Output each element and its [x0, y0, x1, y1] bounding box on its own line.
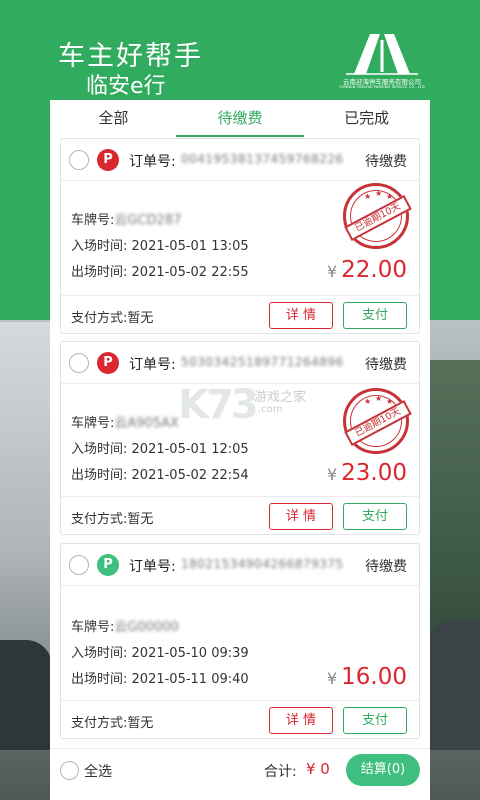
tab-all[interactable]: 全部	[50, 100, 177, 138]
pay-method-label: 支付方式:	[71, 716, 128, 731]
currency-symbol: ¥	[326, 465, 338, 484]
company-name-en: YUNNAN YINGHAI PARKING SERVICE CO., LTD	[339, 84, 425, 89]
total-label: 合计:	[264, 764, 297, 780]
exit-time: 2021-05-02 22:55	[131, 265, 249, 280]
order-status: 待缴费	[365, 357, 407, 373]
entry-label: 入场时间:	[71, 646, 128, 661]
parking-icon: P	[97, 149, 119, 171]
currency-symbol: ¥	[326, 669, 338, 688]
order-header: P 订单号: 00419538137459768226 待缴费	[61, 139, 419, 181]
watermark-com: .com	[258, 404, 283, 415]
order-no-label: 订单号:	[129, 154, 176, 170]
order-select-radio[interactable]	[69, 150, 89, 170]
exit-label: 出场时间:	[71, 265, 128, 280]
pay-button[interactable]: 支付	[343, 707, 407, 734]
amount-value: 23.00	[341, 460, 407, 486]
orders-panel: 全部 待缴费 已完成 P 订单号: 00419538137459768226 待…	[50, 100, 430, 800]
exit-row: 出场时间: 2021-05-11 09:40	[71, 668, 249, 687]
background-car-left	[0, 640, 52, 750]
overdue-stamp-text: 已逾期10天	[344, 399, 412, 447]
plate-label: 车牌号:	[71, 213, 115, 228]
order-footer: 支付方式:暂无 详 情 支付	[61, 295, 419, 335]
pay-method: 支付方式:暂无	[71, 508, 153, 527]
watermark-cn: 游戏之家	[254, 390, 307, 405]
pay-method: 支付方式:暂无	[71, 712, 153, 731]
exit-row: 出场时间: 2021-05-02 22:55	[71, 261, 249, 280]
pay-method-label: 支付方式:	[71, 311, 128, 326]
plate-number: 云GCD287	[114, 213, 182, 228]
order-no: 00419538137459768226	[181, 152, 344, 166]
exit-label: 出场时间:	[71, 672, 128, 687]
details-button[interactable]: 详 情	[269, 302, 333, 329]
exit-label: 出场时间:	[71, 468, 128, 483]
order-header: P 订单号: 50303425189771264896 待缴费	[61, 342, 419, 384]
details-button[interactable]: 详 情	[269, 503, 333, 530]
total-value: ¥ 0	[306, 760, 330, 778]
amount-value: 22.00	[341, 257, 407, 283]
order-no-label: 订单号:	[129, 357, 176, 373]
entry-row: 入场时间: 2021-05-01 13:05	[71, 235, 249, 254]
watermark-brand: K73	[178, 382, 259, 428]
site-watermark: K73 游戏之家 .com	[178, 380, 328, 430]
order-select-radio[interactable]	[69, 555, 89, 575]
order-status: 待缴费	[365, 154, 407, 170]
pay-method: 支付方式:暂无	[71, 307, 153, 326]
overdue-stamp: ★ ★ ★ 已逾期10天	[343, 388, 412, 454]
select-all-radio[interactable]	[60, 761, 79, 780]
order-tabs: 全部 待缴费 已完成	[50, 100, 430, 138]
order-select-radio[interactable]	[69, 353, 89, 373]
order-no-label: 订单号:	[129, 559, 176, 575]
pay-method-label: 支付方式:	[71, 512, 128, 527]
order-card: P 订单号: 00419538137459768226 待缴费 车牌号:云GCD…	[60, 138, 420, 334]
plate-label: 车牌号:	[71, 416, 115, 431]
entry-label: 入场时间:	[71, 442, 128, 457]
order-card: P 订单号: 18021534904266879375 待缴费 车牌号:云G00…	[60, 543, 420, 739]
parking-icon: P	[97, 554, 119, 576]
exit-row: 出场时间: 2021-05-02 22:54	[71, 464, 249, 483]
amount-value: 16.00	[341, 664, 407, 690]
exit-time: 2021-05-11 09:40	[131, 672, 249, 687]
amount: ¥22.00	[327, 257, 407, 283]
parking-icon: P	[97, 352, 119, 374]
plate-row: 车牌号:云GCD287	[71, 209, 181, 228]
plate-row: 车牌号:云A905AX	[71, 412, 179, 431]
plate-number: 云A905AX	[114, 416, 179, 431]
amount: ¥16.00	[327, 664, 407, 690]
order-no: 18021534904266879375	[181, 557, 344, 571]
checkout-button[interactable]: 结算(0)	[346, 754, 420, 786]
entry-time: 2021-05-10 09:39	[131, 646, 249, 661]
overdue-stamp: ★ ★ ★ 已逾期10天	[343, 183, 412, 249]
order-status: 待缴费	[365, 559, 407, 575]
entry-row: 入场时间: 2021-05-01 12:05	[71, 438, 249, 457]
order-card: P 订单号: 50303425189771264896 待缴费 车牌号:云A90…	[60, 341, 420, 535]
active-tab-indicator	[176, 135, 304, 137]
plate-number: 云G00000	[114, 620, 179, 635]
tab-pending[interactable]: 待缴费	[177, 100, 304, 138]
entry-label: 入场时间:	[71, 239, 128, 254]
pay-method-value: 暂无	[127, 716, 154, 731]
exit-time: 2021-05-02 22:54	[131, 468, 249, 483]
order-no: 50303425189771264896	[181, 355, 344, 369]
details-button[interactable]: 详 情	[269, 707, 333, 734]
pay-method-value: 暂无	[127, 512, 154, 527]
plate-label: 车牌号:	[71, 620, 115, 635]
overdue-stamp-text: 已逾期10天	[344, 194, 412, 242]
pay-button[interactable]: 支付	[343, 503, 407, 530]
plate-row: 车牌号:云G00000	[71, 616, 179, 635]
tab-completed[interactable]: 已完成	[303, 100, 430, 138]
pay-button[interactable]: 支付	[343, 302, 407, 329]
order-footer: 支付方式:暂无 详 情 支付	[61, 700, 419, 740]
entry-time: 2021-05-01 12:05	[131, 442, 249, 457]
app-subtitle: 临安e行	[86, 74, 166, 99]
entry-time: 2021-05-01 13:05	[131, 239, 249, 254]
checkout-bar: 全选 合计: ¥ 0 结算(0)	[50, 748, 430, 792]
order-footer: 支付方式:暂无 详 情 支付	[61, 496, 419, 536]
background-car-right	[428, 620, 480, 750]
order-header: P 订单号: 18021534904266879375 待缴费	[61, 544, 419, 586]
select-all-label[interactable]: 全选	[84, 761, 112, 781]
amount: ¥23.00	[327, 460, 407, 486]
currency-symbol: ¥	[326, 262, 338, 281]
pay-method-value: 暂无	[127, 311, 154, 326]
entry-row: 入场时间: 2021-05-10 09:39	[71, 642, 249, 661]
